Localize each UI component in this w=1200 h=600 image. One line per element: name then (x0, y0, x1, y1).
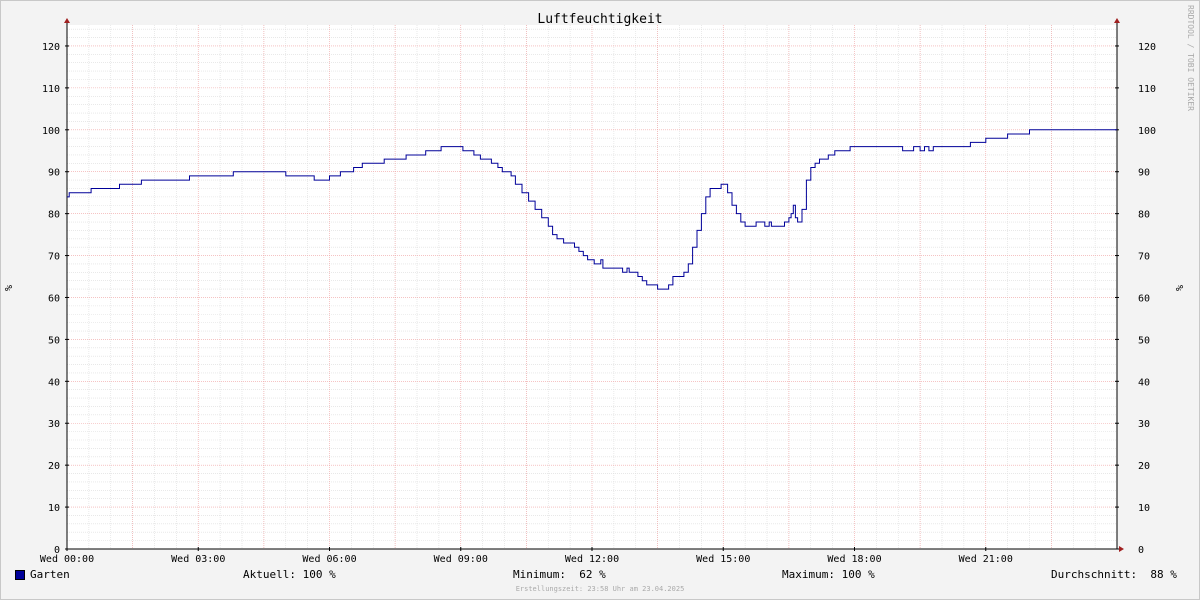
y-tick-label-right: 90 (1138, 168, 1150, 179)
chart-title: Luftfeuchtigkeit (537, 12, 662, 27)
x-tick-label: Wed 09:00 (434, 554, 488, 565)
x-axis-ticks: Wed 00:00 Wed 03:00 Wed 06:00 Wed 09:00 Wed … (40, 547, 1013, 565)
legend-series-label: Garten (30, 568, 70, 581)
y-tick-label-left: 50 (48, 335, 60, 346)
y-tick-label-left: 120 (42, 42, 60, 53)
x-tick-label: Wed 06:00 (302, 554, 356, 565)
rrdtool-watermark: RRDTOOL / TOBI OETIKER (1186, 5, 1195, 111)
y-tick-label-right: 100 (1138, 126, 1156, 137)
y-tick-label-right: 10 (1138, 503, 1150, 514)
y-tick-label-right: 60 (1138, 293, 1150, 304)
y-tick-label-left: 20 (48, 461, 60, 472)
x-tick-label: Wed 03:00 (171, 554, 225, 565)
y-tick-label-right: 110 (1138, 84, 1156, 95)
y-tick-label-left: 30 (48, 419, 60, 430)
y-tick-label-right: 30 (1138, 419, 1150, 430)
x-tick-label: Wed 00:00 (40, 554, 94, 565)
x-tick-label: Wed 15:00 (696, 554, 750, 565)
legend-current: Aktuell: 100 % (243, 568, 336, 581)
x-tick-label: Wed 12:00 (565, 554, 619, 565)
x-axis-arrow-icon (1119, 546, 1124, 552)
creation-time-footer: Erstellungszeit: 23:58 Uhr am 23.04.2025 (515, 585, 685, 593)
y-tick-label-left: 70 (48, 252, 60, 263)
y-tick-label-left: 110 (42, 84, 60, 95)
legend-swatch-garten (15, 570, 25, 580)
y-tick-label-left: 80 (48, 210, 60, 221)
y-tick-label-right: 80 (1138, 210, 1150, 221)
y-axis-left-arrow-icon (64, 18, 70, 23)
y-axis-label-right: % (1175, 285, 1186, 291)
y-tick-label-right: 120 (1138, 42, 1156, 53)
y-tick-label-left: 40 (48, 377, 60, 388)
y-tick-label-right: 0 (1138, 545, 1144, 556)
y-axis-right-ticks: 0 10 20 30 40 50 60 70 80 90 100 110 120 (1115, 42, 1156, 556)
y-tick-label-left: 60 (48, 293, 60, 304)
legend-minimum: Minimum: 62 % (513, 568, 606, 581)
y-tick-label-left: 100 (42, 126, 60, 137)
chart-canvas: 0 10 20 30 40 50 60 70 80 90 100 110 120 0 10 20 30 40 50… (4, 5, 1195, 565)
x-tick-label: Wed 18:00 (827, 554, 881, 565)
legend-average: Durchschnitt: 88 % (1051, 568, 1177, 581)
y-tick-label-left: 10 (48, 503, 60, 514)
y-axis-left-ticks: 0102030405060708090100110120 (42, 42, 69, 556)
legend-maximum: Maximum: 100 % (782, 568, 875, 581)
y-tick-label-right: 50 (1138, 335, 1150, 346)
y-tick-label-right: 20 (1138, 461, 1150, 472)
y-tick-label-left: 90 (48, 168, 60, 179)
y-axis-label-left: % (4, 285, 15, 291)
y-tick-label-right: 70 (1138, 252, 1150, 263)
y-tick-label-right: 40 (1138, 377, 1150, 388)
x-tick-label: Wed 21:00 (959, 554, 1013, 565)
y-axis-right-arrow-icon (1114, 18, 1120, 23)
